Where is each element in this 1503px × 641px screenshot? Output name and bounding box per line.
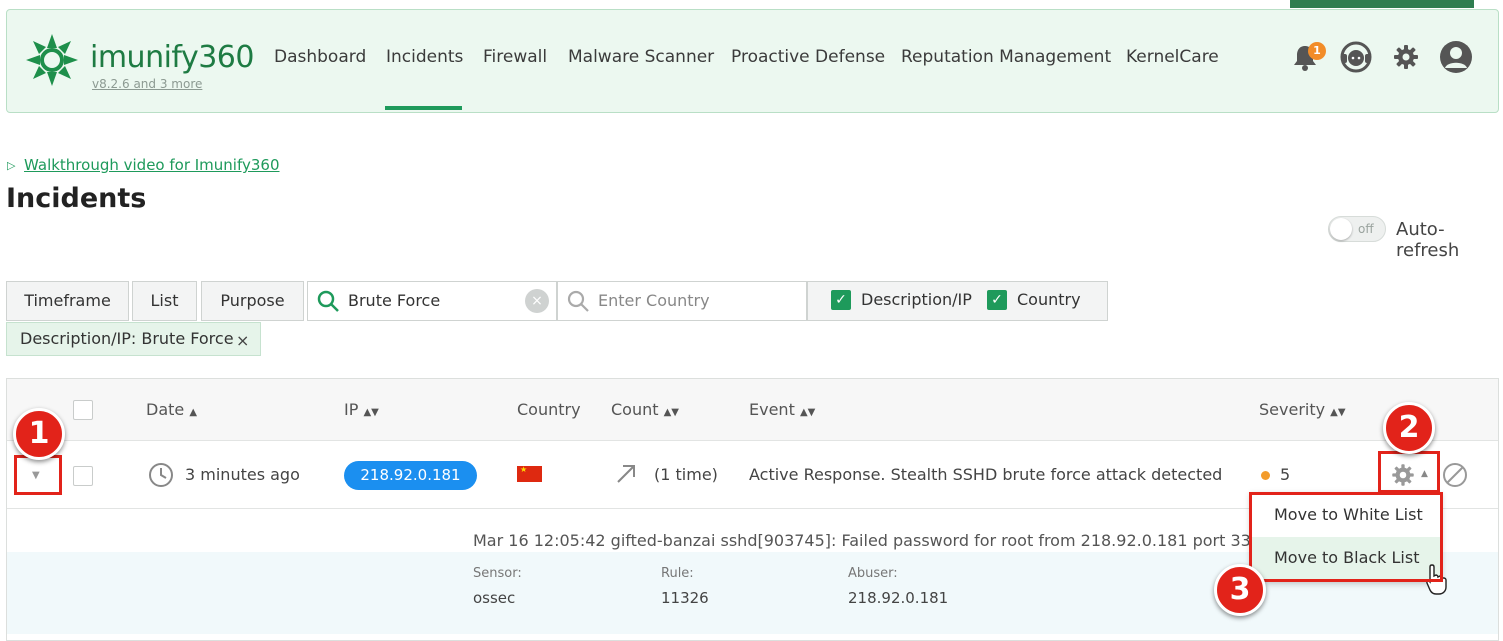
country-check-label: Country [1017, 290, 1081, 309]
search-value: Brute Force [348, 291, 441, 310]
annotation-box-expand [14, 455, 62, 495]
notification-badge: 1 [1308, 42, 1326, 60]
sort-icon: ▲▼ [363, 407, 379, 418]
sensor-label: Sensor: [473, 566, 522, 581]
sort-icon: ▲▼ [1330, 407, 1346, 418]
search-icon [567, 290, 589, 312]
country-placeholder: Enter Country [598, 291, 710, 310]
nav-incidents[interactable]: Incidents [386, 47, 463, 67]
sort-asc-icon: ▲ [189, 407, 198, 418]
row-checkbox[interactable] [73, 466, 93, 486]
col-event[interactable]: Event ▲▼ [749, 400, 815, 419]
nav-kernelcare[interactable]: KernelCare [1126, 47, 1219, 67]
annotation-box-gear [1378, 451, 1440, 493]
ip-badge[interactable]: 218.92.0.181 [344, 461, 477, 490]
user-avatar-icon[interactable] [1439, 40, 1473, 74]
rule-value: 11326 [661, 589, 709, 607]
sort-icon: ▲▼ [663, 407, 679, 418]
search-icon [317, 290, 339, 312]
abuser-value: 218.92.0.181 [848, 589, 949, 607]
gear-icon[interactable] [1389, 40, 1423, 74]
annotation-marker-3: 3 [1214, 564, 1266, 616]
purpose-button[interactable]: Purpose [201, 281, 304, 321]
col-ip[interactable]: IP ▲▼ [344, 400, 379, 419]
severity-dot [1261, 471, 1270, 480]
play-icon: ▷ [7, 159, 16, 172]
sort-icon: ▲▼ [799, 407, 816, 418]
col-date[interactable]: Date ▲ [146, 400, 197, 419]
annotation-marker-1: 1 [13, 408, 65, 460]
nav-proactive-defense[interactable]: Proactive Defense [731, 47, 885, 67]
nav-reputation-management[interactable]: Reputation Management [901, 47, 1111, 67]
col-country: Country [517, 400, 581, 419]
description-ip-checkbox[interactable]: ✓ [831, 290, 851, 310]
toggle-knob [1330, 218, 1352, 240]
timeframe-button[interactable]: Timeframe [6, 281, 129, 321]
nav-active-indicator [385, 106, 462, 110]
sensor-value: ossec [473, 589, 516, 607]
incident-count: (1 time) [654, 465, 718, 484]
incident-date: 3 minutes ago [185, 465, 300, 484]
top-banner-edge [1290, 0, 1474, 8]
col-count[interactable]: Count ▲▼ [611, 400, 679, 419]
nav-firewall[interactable]: Firewall [483, 47, 547, 67]
china-flag-icon: ★ [517, 465, 542, 482]
toggle-state: off [1358, 222, 1374, 236]
incident-severity: 5 [1280, 465, 1291, 484]
active-filter-chip: Description/IP: Brute Force [6, 322, 261, 356]
walkthrough-link[interactable]: Walkthrough video for Imunify360 [24, 156, 280, 174]
page-title: Incidents [6, 183, 147, 214]
version-link[interactable]: v8.2.6 and 3 more [92, 77, 202, 91]
logo-text: imunify360 [90, 40, 254, 75]
imunify-logo-icon [26, 34, 78, 86]
support-agent-icon[interactable] [1339, 40, 1373, 74]
description-ip-label: Description/IP [861, 290, 972, 309]
country-checkbox[interactable]: ✓ [987, 290, 1007, 310]
auto-refresh-label: Auto-refresh [1396, 219, 1460, 261]
clock-icon [149, 463, 173, 487]
abuser-label: Abuser: [848, 566, 898, 581]
arrow-up-right-icon [617, 465, 635, 483]
remove-filter-icon[interactable]: × [236, 331, 249, 350]
nav-dashboard[interactable]: Dashboard [274, 47, 366, 67]
clear-search-icon[interactable]: × [525, 289, 549, 313]
incident-event: Active Response. Stealth SSHD brute forc… [749, 465, 1223, 484]
list-button[interactable]: List [132, 281, 197, 321]
block-icon[interactable] [1442, 462, 1468, 488]
col-severity[interactable]: Severity ▲▼ [1259, 400, 1346, 419]
rule-label: Rule: [661, 566, 694, 581]
select-all-checkbox[interactable] [73, 400, 93, 420]
nav-malware-scanner[interactable]: Malware Scanner [568, 47, 714, 67]
annotation-box-menu [1249, 492, 1443, 582]
log-line: Mar 16 12:05:42 gifted-banzai sshd[90374… [473, 531, 1314, 550]
annotation-marker-2: 2 [1383, 402, 1435, 454]
